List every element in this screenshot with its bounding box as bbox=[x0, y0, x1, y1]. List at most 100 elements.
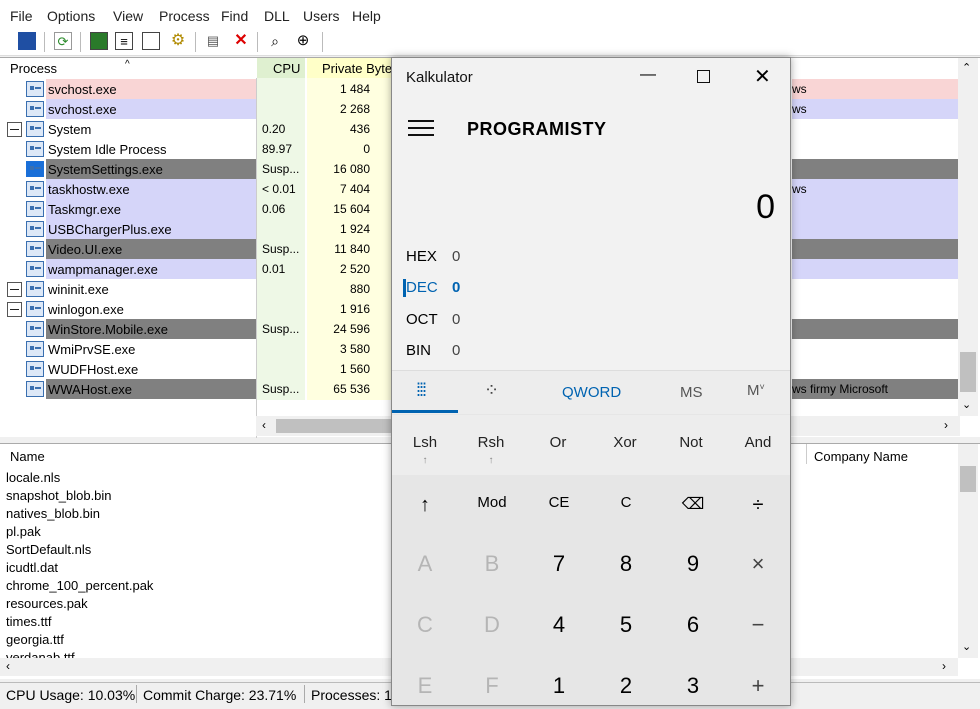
full-keypad-icon[interactable]: ⁞⁞⁞ bbox=[416, 380, 427, 401]
column-private-bytes[interactable]: Private Byte bbox=[307, 58, 391, 78]
digit-2-button[interactable]: 2 bbox=[596, 673, 656, 709]
menu-options[interactable]: Options bbox=[47, 8, 95, 24]
tree-collapse-icon[interactable] bbox=[7, 122, 22, 137]
properties-icon[interactable]: ≡ bbox=[115, 32, 133, 50]
dll-row[interactable]: natives_blob.bin bbox=[6, 506, 100, 521]
dll-scroll-right-icon[interactable]: › bbox=[942, 659, 946, 673]
dll-scroll-down-icon[interactable]: ⌄ bbox=[962, 640, 971, 653]
hex-f-button[interactable]: F bbox=[462, 673, 522, 709]
dll-row[interactable]: chrome_100_percent.pak bbox=[6, 578, 153, 593]
handles-icon[interactable]: ▤ bbox=[204, 32, 222, 50]
maximize-icon[interactable] bbox=[697, 70, 710, 83]
process-private-bytes: 2 268 bbox=[339, 102, 370, 116]
bitwise-xor-button[interactable]: Xor bbox=[595, 434, 655, 451]
scroll-up-icon[interactable]: ⌃ bbox=[962, 61, 971, 74]
menu-users[interactable]: Users bbox=[303, 8, 340, 24]
dll-row[interactable]: locale.nls bbox=[6, 470, 60, 485]
dll-row[interactable]: SortDefault.nls bbox=[6, 542, 91, 557]
bitwise-and-button[interactable]: And bbox=[728, 434, 788, 451]
dll-row[interactable]: georgia.ttf bbox=[6, 632, 64, 647]
status-cpu-usage: CPU Usage: 10.03% bbox=[6, 687, 136, 703]
close-icon[interactable]: ✕ bbox=[754, 64, 771, 89]
dll-row[interactable]: icudtl.dat bbox=[6, 560, 58, 575]
refresh-icon[interactable]: ⟳ bbox=[54, 32, 72, 50]
save-icon[interactable] bbox=[18, 32, 36, 50]
system-info-icon[interactable] bbox=[90, 32, 108, 50]
plus-button[interactable]: + bbox=[728, 673, 788, 709]
hex-d-button[interactable]: D bbox=[462, 612, 522, 648]
dll-vscroll[interactable]: ⌄ bbox=[958, 444, 978, 658]
crosshair-icon[interactable]: ⊕ bbox=[294, 32, 312, 50]
word-size-button[interactable]: QWORD bbox=[562, 384, 621, 401]
scroll-right-icon[interactable]: › bbox=[944, 418, 948, 432]
menu-help[interactable]: Help bbox=[352, 8, 381, 24]
digit-9-button[interactable]: 9 bbox=[663, 551, 723, 587]
menu-file[interactable]: File bbox=[10, 8, 33, 24]
base-hex-label[interactable]: HEX bbox=[406, 248, 437, 265]
process-vscroll[interactable]: ⌃ ⌄ bbox=[958, 58, 978, 416]
digit-4-button[interactable]: 4 bbox=[529, 612, 589, 648]
window-icon[interactable] bbox=[142, 32, 160, 50]
bitwise-lsh-button[interactable]: Lsh bbox=[395, 434, 455, 451]
hscroll-thumb[interactable] bbox=[276, 419, 392, 433]
minimize-icon[interactable]: — bbox=[640, 66, 656, 84]
shift-indicator-icon: ↑ bbox=[488, 455, 494, 466]
minus-button[interactable]: − bbox=[728, 612, 788, 648]
dll-row[interactable]: snapshot_blob.bin bbox=[6, 488, 112, 503]
selected-tab-indicator bbox=[392, 410, 458, 413]
kill-process-icon[interactable]: ✕ bbox=[232, 32, 250, 50]
dll-row[interactable]: pl.pak bbox=[6, 524, 41, 539]
base-bin-label[interactable]: BIN bbox=[406, 342, 431, 359]
memory-list-button[interactable]: M˅ bbox=[747, 382, 765, 399]
base-dec-label[interactable]: DEC bbox=[406, 279, 438, 296]
scroll-thumb[interactable] bbox=[960, 352, 976, 392]
digit-7-button[interactable]: 7 bbox=[529, 551, 589, 587]
process-private-bytes: 880 bbox=[349, 282, 370, 296]
up-arrow-button[interactable]: ↑ bbox=[395, 494, 455, 530]
digit-5-button[interactable]: 5 bbox=[596, 612, 656, 648]
hamburger-menu-icon[interactable] bbox=[408, 120, 434, 136]
multiply-button[interactable]: × bbox=[728, 551, 788, 587]
scroll-left-icon[interactable]: ‹ bbox=[262, 418, 266, 432]
menu-dll[interactable]: DLL bbox=[264, 8, 290, 24]
process-name: wampmanager.exe bbox=[48, 262, 158, 277]
bitwise-or-button[interactable]: Or bbox=[528, 434, 588, 451]
menu-process[interactable]: Process bbox=[159, 8, 210, 24]
divide-button[interactable]: ÷ bbox=[728, 494, 788, 530]
column-name[interactable]: Name bbox=[10, 449, 45, 464]
dll-scroll-thumb[interactable] bbox=[960, 466, 976, 492]
hex-e-button[interactable]: E bbox=[395, 673, 455, 709]
backspace-button[interactable]: ⌫ bbox=[663, 494, 723, 530]
digit-8-button[interactable]: 8 bbox=[596, 551, 656, 587]
process-cpu: 0.20 bbox=[262, 122, 286, 136]
column-process[interactable]: Process bbox=[10, 58, 57, 78]
scroll-down-icon[interactable]: ⌄ bbox=[962, 398, 971, 411]
dll-row[interactable]: resources.pak bbox=[6, 596, 88, 611]
tree-collapse-icon[interactable] bbox=[7, 282, 22, 297]
digit-6-button[interactable]: 6 bbox=[663, 612, 723, 648]
menu-view[interactable]: View bbox=[113, 8, 143, 24]
column-cpu[interactable]: CPU bbox=[257, 58, 305, 78]
process-name: Video.UI.exe bbox=[48, 242, 123, 257]
base-oct-label[interactable]: OCT bbox=[406, 311, 438, 328]
hex-a-button[interactable]: A bbox=[395, 551, 455, 587]
binoculars-icon[interactable]: ⌕ bbox=[266, 32, 284, 50]
column-company-name[interactable]: Company Name bbox=[814, 449, 908, 464]
gear-icon[interactable]: ⚙ bbox=[169, 32, 187, 50]
hex-b-button[interactable]: B bbox=[462, 551, 522, 587]
bitwise-not-button[interactable]: Not bbox=[661, 434, 721, 451]
mod-button[interactable]: Mod bbox=[462, 494, 522, 530]
bit-toggle-keypad-icon[interactable]: ⁘ bbox=[484, 380, 499, 401]
dll-scroll-left-icon[interactable]: ‹ bbox=[6, 659, 10, 673]
memory-store-button[interactable]: MS bbox=[680, 384, 703, 401]
hex-c-button[interactable]: C bbox=[395, 612, 455, 648]
tree-collapse-icon[interactable] bbox=[7, 302, 22, 317]
process-icon bbox=[26, 321, 44, 337]
clear-entry-button[interactable]: CE bbox=[529, 494, 589, 530]
digit-1-button[interactable]: 1 bbox=[529, 673, 589, 709]
dll-row[interactable]: times.ttf bbox=[6, 614, 52, 629]
menu-find[interactable]: Find bbox=[221, 8, 248, 24]
bitwise-rsh-button[interactable]: Rsh bbox=[461, 434, 521, 451]
digit-3-button[interactable]: 3 bbox=[663, 673, 723, 709]
clear-button[interactable]: C bbox=[596, 494, 656, 530]
